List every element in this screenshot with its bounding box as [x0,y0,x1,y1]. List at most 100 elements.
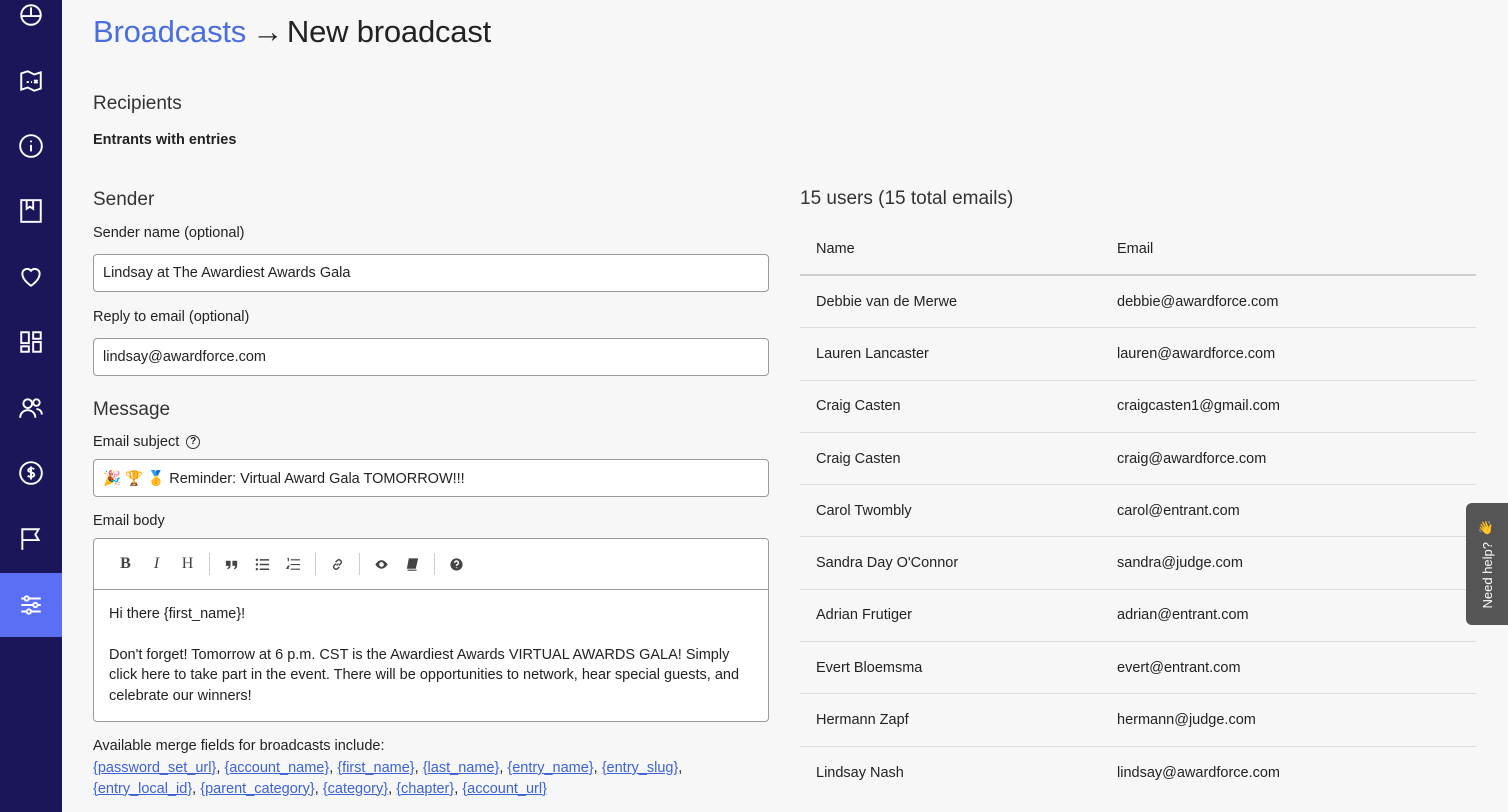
sender-name-input[interactable]: Lindsay at The Awardiest Awards Gala [93,254,769,292]
sidebar-item-flags[interactable] [0,507,62,571]
layout-grid-icon [20,331,42,353]
optional-marker: (optional) [188,309,250,325]
merge-field-link[interactable]: {chapter} [396,781,454,797]
breadcrumb-broadcasts-link[interactable]: Broadcasts [93,14,246,49]
link-icon [333,558,342,570]
sender-name-label-text: Sender name [93,225,181,241]
merge-field-link[interactable]: {account_url} [462,781,547,797]
link-button[interactable] [322,550,353,578]
markdown-help-button[interactable] [441,550,472,578]
merge-fields-intro: Available merge fields for broadcasts in… [93,738,385,754]
users-count: 15 users (15 total emails) [800,188,1014,209]
merge-field-link[interactable]: {last_name} [423,760,500,776]
bold-button[interactable]: B [110,550,141,578]
column-header-name: Name [816,241,855,257]
email-subject-label: Email subject? [93,434,201,450]
users-icon [19,398,43,418]
heart-icon [21,267,41,287]
sidebar-item-payments[interactable] [0,441,62,505]
user-name: Lindsay Nash [816,764,904,781]
email-body-label: Email body [93,513,165,529]
user-name: Lauren Lancaster [816,345,929,362]
user-email: craig@awardforce.com [1117,450,1267,467]
email-subject-label-text: Email subject [93,434,180,450]
settings-sliders-icon [21,595,41,615]
table-row: Hermann Zapf hermann@judge.com [800,694,1476,747]
sidebar-item-info[interactable] [0,114,62,178]
body-paragraph: Don't forget! Tomorrow at 6 p.m. CST is … [109,646,740,704]
reply-email-label-text: Reply to email [93,309,185,325]
user-name: Craig Casten [816,398,901,415]
merge-fields-list: {password_set_url}, {account_name}, {fir… [93,760,683,797]
merge-field-link[interactable]: {first_name} [337,760,414,776]
sidebar-item-map[interactable] [0,49,62,113]
body-paragraph: Hi there {first_name}! [109,606,246,622]
help-question-icon[interactable]: ? [186,435,201,449]
sidebar-item-dashboard[interactable] [0,0,62,47]
sidebar-nav [0,0,62,812]
preview-button[interactable] [366,550,397,578]
message-heading: Message [93,399,171,420]
user-email: debbie@awardforce.com [1117,293,1279,310]
main-content: Broadcasts → New broadcast Recipients Entr… [62,0,1508,812]
user-email: adrian@entrant.com [1117,607,1249,624]
reply-email-input[interactable]: lindsay@awardforce.com [93,338,769,376]
user-email: hermann@judge.com [1117,712,1256,729]
need-help-label: Need help? [1479,541,1495,609]
page-title: Broadcasts → New broadcast [93,14,491,50]
user-name: Sandra Day O'Connor [816,555,959,572]
merge-field-link[interactable]: {entry_slug} [602,760,679,776]
sidebar-item-bookmarks[interactable] [0,179,62,243]
merge-field-link[interactable]: {password_set_url} [93,760,216,776]
quote-button[interactable] [216,550,247,578]
email-subject-input[interactable]: 🎉 🏆 🥇 Reminder: Virtual Award Gala TOMOR… [93,459,769,497]
bookmark-icon [20,199,42,223]
toolbar-divider [359,553,360,575]
breadcrumb-arrow: → [252,14,283,49]
user-name: Debbie van de Merwe [816,293,958,310]
italic-button[interactable]: I [141,550,172,578]
merge-field-link[interactable]: {entry_local_id} [93,781,192,797]
user-name: Adrian Frutiger [816,607,912,624]
sidebar-item-favourites[interactable] [0,245,62,309]
heading-button[interactable]: H [172,550,203,578]
user-name: Evert Bloemsma [816,659,923,676]
user-email: lauren@awardforce.com [1117,345,1276,362]
table-row: Debbie van de Merwe debbie@awardforce.com [800,276,1476,329]
recipients-value: Entrants with entries [93,132,237,148]
numbered-list-button[interactable] [278,550,309,578]
table-row: Craig Casten craigcasten1@gmail.com [800,381,1476,433]
merge-field-link[interactable]: {account_name} [224,760,329,776]
sidebar-item-layout[interactable] [0,310,62,374]
merge-field-link[interactable]: {category} [323,781,388,797]
table-row: Craig Casten craig@awardforce.com [800,433,1476,486]
optional-marker: (optional) [184,225,245,241]
user-name: Carol Twombly [816,502,912,519]
user-email: evert@entrant.com [1117,659,1241,676]
column-header-email: Email [1117,241,1154,257]
toolbar-divider [434,553,435,575]
merge-field-link[interactable]: {parent_category} [200,781,314,797]
user-email: carol@entrant.com [1117,502,1240,519]
page-title-text: New broadcast [286,14,492,49]
sender-heading: Sender [93,189,155,210]
table-row: Lindsay Nash lindsay@awardforce.com [800,747,1476,799]
table-row: Carol Twombly carol@entrant.com [800,485,1476,538]
quote-icon [225,560,238,569]
wave-emoji-icon: 👋 [1479,519,1495,536]
email-body-text[interactable]: Hi there {first_name}! Don't forget! Tom… [94,590,768,721]
map-icon [20,70,42,92]
table-header: Name Email [800,224,1476,276]
merge-field-link[interactable]: {entry_name} [507,760,593,776]
eye-icon [375,559,388,569]
sender-name-label: Sender name (optional) [93,225,245,241]
guide-button[interactable] [397,550,428,578]
editor-toolbar: B I H [94,539,768,590]
table-row: Evert Bloemsma evert@entrant.com [800,642,1476,695]
sidebar-item-settings[interactable] [0,573,62,637]
bullet-list-button[interactable] [247,550,278,578]
table-row: Adrian Frutiger adrian@entrant.com [800,590,1476,643]
sidebar-item-users[interactable] [0,376,62,440]
need-help-tab[interactable]: 👋 Need help? [1466,503,1508,625]
user-email: craigcasten1@gmail.com [1117,398,1281,415]
